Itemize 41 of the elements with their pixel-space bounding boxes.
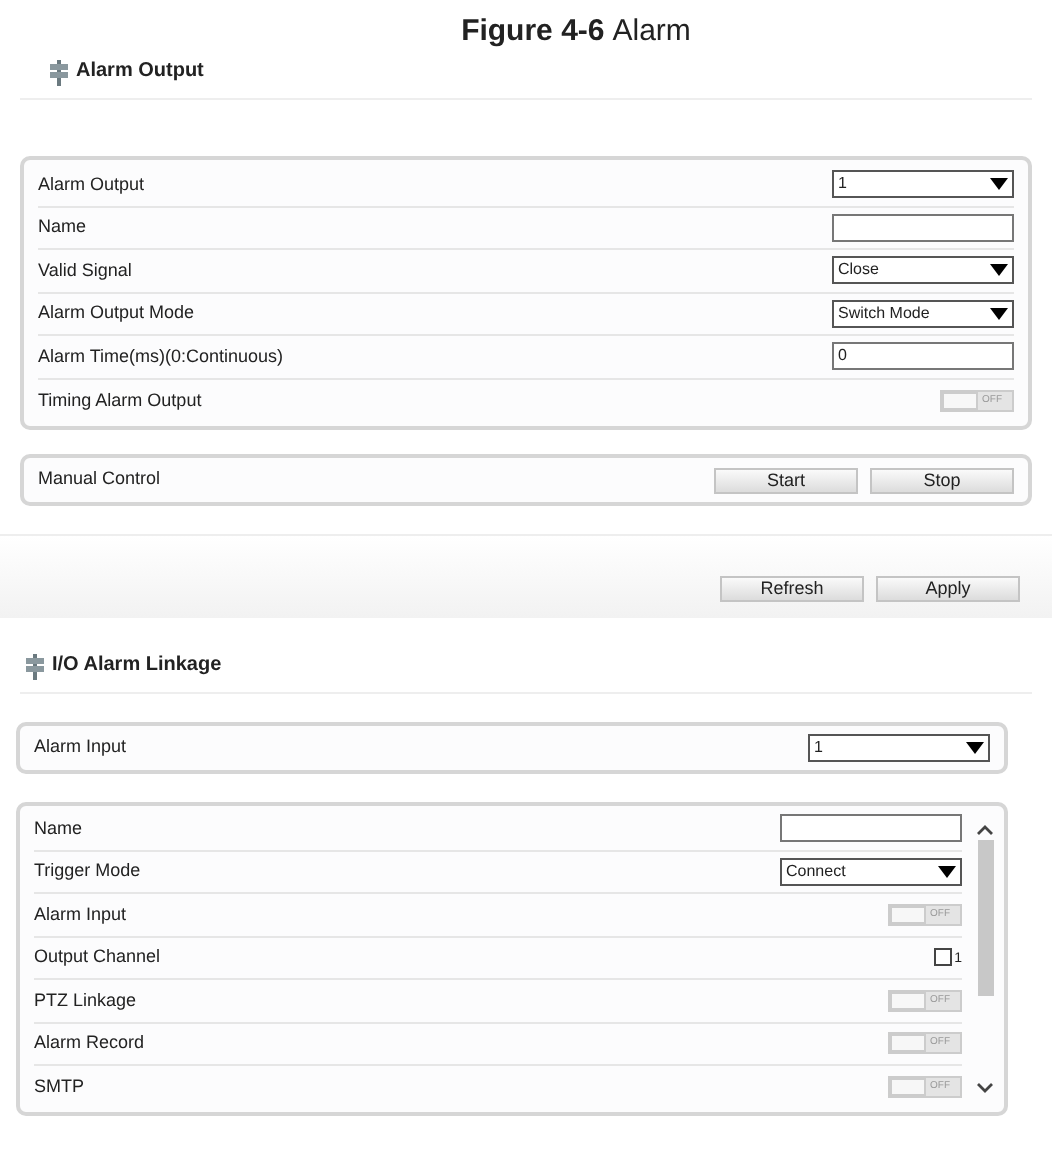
caret-icon	[938, 865, 956, 878]
field-label: Trigger Mode	[34, 858, 141, 884]
button[interactable]: Apply	[876, 576, 1020, 602]
input-field[interactable]	[832, 213, 1014, 242]
field-label: Alarm Input	[34, 734, 127, 761]
field-label: Manual Control	[38, 466, 161, 493]
button[interactable]: Stop	[870, 467, 1014, 493]
caret-icon	[990, 178, 1008, 191]
checkbox[interactable]	[934, 948, 953, 967]
field-label: PTZ Linkage	[34, 987, 137, 1014]
dropdown[interactable]: Switch Mode	[832, 299, 1014, 328]
signpost-icon	[48, 60, 70, 86]
input-field[interactable]	[780, 814, 962, 843]
dropdown[interactable]: 1	[832, 170, 1014, 199]
caret-icon	[966, 742, 984, 754]
dropdown[interactable]: Connect	[780, 857, 962, 886]
field-label: Output Channel	[34, 944, 161, 970]
signpost-icon	[24, 654, 46, 680]
field-label: Timing Alarm Output	[38, 387, 202, 414]
figure-number: Figure 4-6	[461, 12, 605, 52]
field-label: Alarm Input	[34, 901, 127, 928]
field-label: SMTP	[34, 1074, 85, 1100]
field-label: Alarm Output Mode	[38, 300, 195, 326]
field-label: Alarm Output	[38, 171, 145, 198]
field-label: Name	[38, 214, 87, 240]
input-field[interactable]: 0	[832, 342, 1014, 371]
field-label: Name	[34, 815, 83, 841]
scroll-up-icon[interactable]	[976, 824, 994, 836]
section-title: Alarm Output	[76, 58, 204, 86]
scroll-down-icon[interactable]	[976, 1081, 994, 1093]
caret-icon	[990, 307, 1008, 320]
field-label: Valid Signal	[38, 257, 132, 284]
button[interactable]: Refresh	[720, 576, 864, 602]
field-label: Alarm Time(ms)(0:Continuous)	[38, 343, 284, 370]
figure-title: Alarm	[612, 12, 691, 52]
caret-icon	[990, 264, 1008, 277]
button[interactable]: Start	[714, 467, 858, 493]
dropdown[interactable]: Close	[832, 256, 1014, 285]
field-label: Alarm Record	[34, 1030, 145, 1056]
dropdown[interactable]: 1	[808, 734, 990, 762]
section-title: I/O Alarm Linkage	[52, 652, 222, 680]
